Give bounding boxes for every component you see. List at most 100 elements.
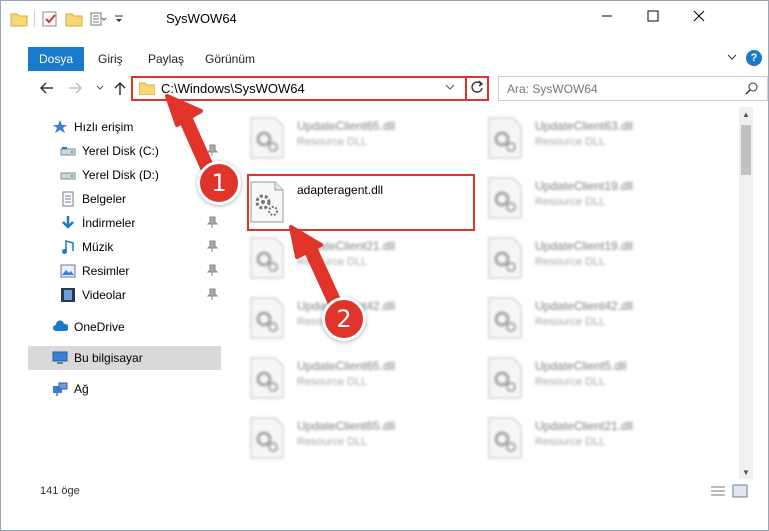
- vertical-scrollbar[interactable]: ▲ ▼: [739, 107, 753, 479]
- address-path: C:\Windows\SysWOW64: [161, 81, 305, 96]
- dll-file-icon: [249, 237, 285, 279]
- dll-file-icon: [487, 357, 523, 399]
- customize-toolbar-icon[interactable]: [89, 10, 107, 28]
- file-type: Resource DLL: [535, 376, 606, 388]
- dll-file-icon: [487, 297, 523, 339]
- sidebar-item-label: Belgeler: [82, 192, 127, 206]
- item-count: 141 öge: [40, 485, 80, 497]
- forward-button[interactable]: [66, 78, 86, 98]
- list-item[interactable]: UpdateClient65.dll Resource DLL: [223, 111, 453, 163]
- sidebar-item-documents[interactable]: Belgeler: [28, 187, 221, 211]
- step-badge-2: 2: [322, 297, 366, 341]
- dll-file-icon: [487, 417, 523, 459]
- scroll-thumb[interactable]: [741, 125, 751, 175]
- toolbar-dropdown-icon[interactable]: [113, 10, 131, 28]
- sidebar-item-videos[interactable]: Videolar: [28, 283, 221, 307]
- up-button[interactable]: [110, 78, 130, 98]
- status-bar: 141 öge: [28, 481, 768, 503]
- dll-file-icon: [487, 117, 523, 159]
- details-view-icon[interactable]: [710, 484, 726, 501]
- sidebar-item-local-disk-d[interactable]: Yerel Disk (D:): [28, 163, 221, 187]
- sidebar-item-this-pc[interactable]: Bu bilgisayar: [28, 346, 221, 370]
- close-button[interactable]: [676, 1, 722, 31]
- drive-icon: [60, 167, 76, 183]
- search-box[interactable]: Ara: SysWOW64: [498, 76, 768, 101]
- file-name: adapteragent.dll: [297, 183, 384, 197]
- computer-icon: [52, 350, 68, 366]
- dll-file-icon: [487, 177, 523, 219]
- sidebar-item-downloads[interactable]: İndirmeler: [28, 211, 221, 235]
- window-title: SysWOW64: [166, 11, 237, 26]
- file-list: UpdateClient65.dll Resource DLL adaptera…: [223, 107, 738, 471]
- scroll-down-icon[interactable]: ▼: [739, 465, 753, 479]
- file-name: UpdateClient65.dll: [297, 419, 396, 433]
- sidebar-item-music[interactable]: Müzik: [28, 235, 221, 259]
- step-badge-1: 1: [197, 161, 241, 205]
- tab-home[interactable]: Giriş: [98, 47, 123, 71]
- sidebar-item-label: Yerel Disk (C:): [82, 144, 159, 158]
- file-type: Resource DLL: [297, 376, 368, 388]
- list-item-adapteragent[interactable]: adapteragent.dll: [223, 175, 453, 227]
- help-icon[interactable]: ?: [746, 50, 762, 66]
- network-icon: [52, 381, 68, 397]
- address-bar[interactable]: C:\Windows\SysWOW64: [131, 76, 489, 101]
- sidebar-item-quick-access[interactable]: Hızlı erişim: [28, 115, 221, 139]
- refresh-icon: [470, 80, 484, 97]
- list-item[interactable]: UpdateClient21.dll Resource DLL: [461, 411, 691, 463]
- large-icons-view-icon[interactable]: [732, 484, 748, 501]
- list-item[interactable]: UpdateClient5.dll Resource DLL: [461, 351, 691, 403]
- file-name: UpdateClient65.dll: [297, 359, 396, 373]
- title-bar: SysWOW64: [1, 1, 768, 37]
- list-item[interactable]: UpdateClient65.dll Resource DLL: [223, 351, 453, 403]
- list-item[interactable]: UpdateClient21.dll Resource DLL: [223, 231, 453, 283]
- sidebar-item-label: OneDrive: [74, 320, 125, 334]
- file-type: Resource DLL: [535, 256, 606, 268]
- file-type: Resource DLL: [297, 136, 368, 148]
- pin-icon: [206, 216, 219, 228]
- list-item[interactable]: UpdateClient19.dll Resource DLL: [461, 231, 691, 283]
- tab-view[interactable]: Görünüm: [205, 47, 255, 71]
- sidebar-item-label: Müzik: [82, 240, 114, 254]
- properties-icon[interactable]: [41, 10, 59, 28]
- list-item[interactable]: UpdateClient63.dll Resource DLL: [461, 111, 691, 163]
- tab-share[interactable]: Paylaş: [148, 47, 184, 71]
- tab-file[interactable]: Dosya: [28, 47, 84, 71]
- quick-access-toolbar: [10, 10, 131, 28]
- star-icon: [52, 119, 68, 135]
- recent-locations-button[interactable]: [90, 78, 110, 98]
- file-name: UpdateClient19.dll: [535, 239, 634, 253]
- refresh-button[interactable]: [465, 76, 489, 101]
- expand-ribbon-icon[interactable]: [726, 51, 738, 66]
- drive-icon: [60, 143, 76, 159]
- dll-file-icon: [487, 237, 523, 279]
- sidebar-item-label: Videolar: [82, 288, 126, 302]
- dll-file-icon: [249, 357, 285, 399]
- dll-file-icon: [249, 297, 285, 339]
- file-name: UpdateClient19.dll: [535, 179, 634, 193]
- chevron-down-icon[interactable]: [445, 82, 455, 95]
- list-item[interactable]: UpdateClient19.dll Resource DLL: [461, 171, 691, 223]
- ribbon-tabs: Dosya Giriş Paylaş Görünüm ?: [1, 47, 768, 71]
- sidebar-item-network[interactable]: Ağ: [28, 377, 221, 401]
- search-placeholder: Ara: SysWOW64: [507, 82, 598, 96]
- video-icon: [60, 287, 76, 303]
- pin-icon: [206, 240, 219, 252]
- new-folder-icon[interactable]: [65, 10, 83, 28]
- minimize-button[interactable]: [584, 1, 630, 31]
- folder-icon: [10, 10, 28, 28]
- sidebar-item-local-disk-c[interactable]: Yerel Disk (C:): [28, 139, 221, 163]
- pin-icon: [206, 144, 219, 156]
- pin-icon: [206, 288, 219, 300]
- list-item[interactable]: UpdateClient65.dll Resource DLL: [223, 411, 453, 463]
- back-button[interactable]: [36, 78, 56, 98]
- scroll-up-icon[interactable]: ▲: [739, 107, 753, 121]
- sidebar-item-pictures[interactable]: Resimler: [28, 259, 221, 283]
- sidebar-item-onedrive[interactable]: OneDrive: [28, 315, 221, 339]
- list-item[interactable]: UpdateClient42.dll Resource DLL: [461, 291, 691, 343]
- file-type: Resource DLL: [297, 256, 368, 268]
- file-name: UpdateClient5.dll: [535, 359, 627, 373]
- explorer-window: SysWOW64 Dosya Giriş Paylaş Görünüm ? C:…: [0, 0, 769, 531]
- download-icon: [60, 215, 76, 231]
- maximize-button[interactable]: [630, 1, 676, 31]
- dll-file-icon: [249, 181, 285, 223]
